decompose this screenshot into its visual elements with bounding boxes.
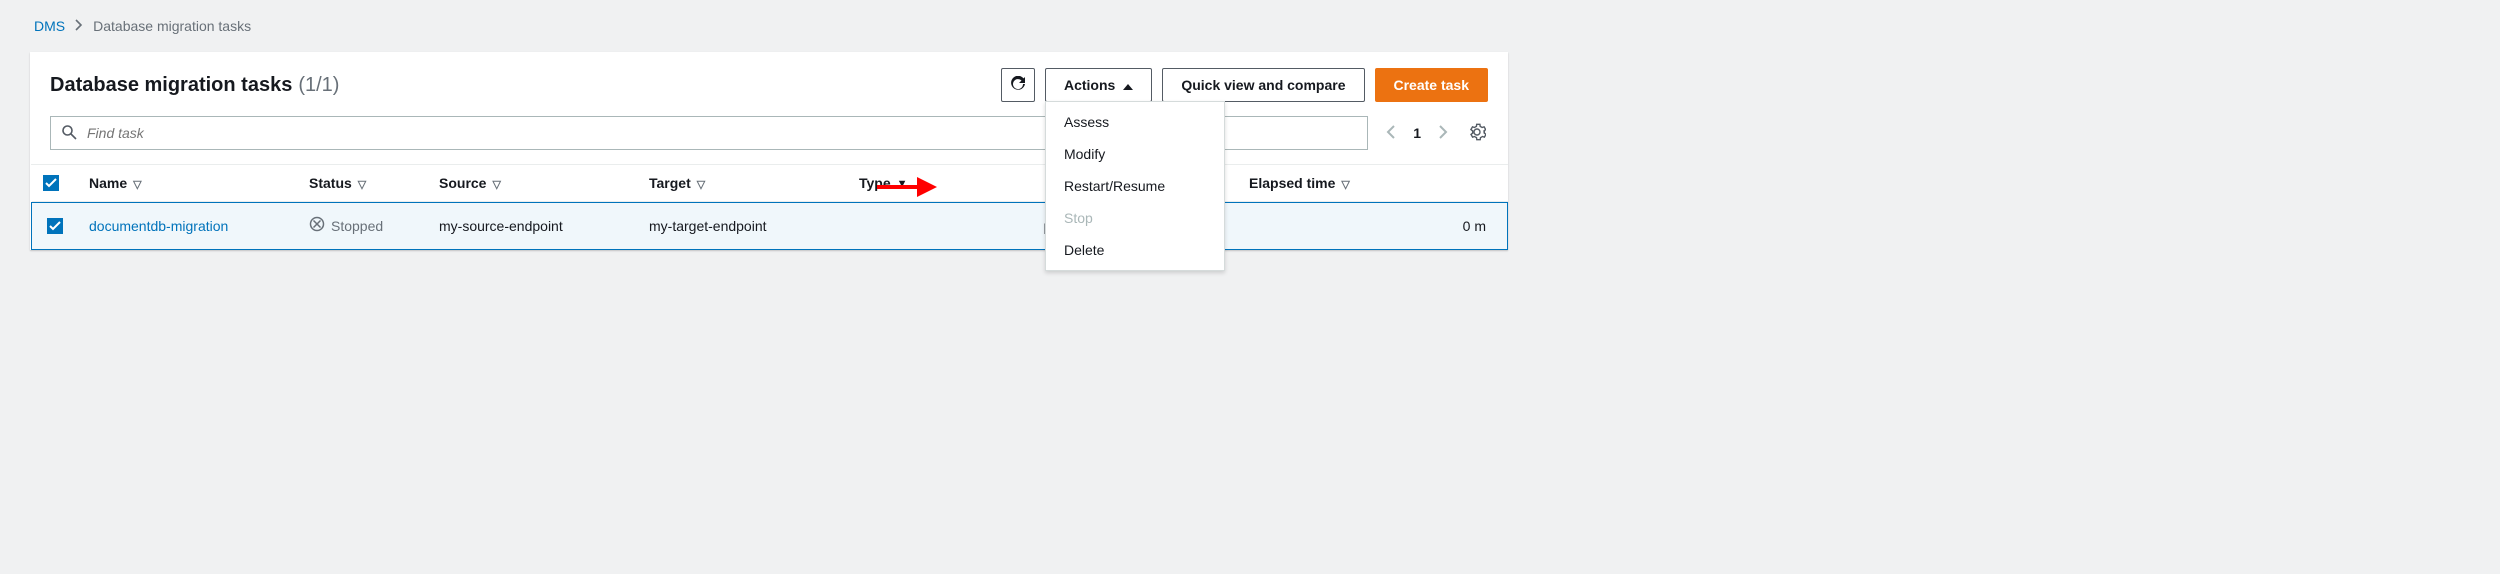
action-stop: Stop (1046, 202, 1224, 234)
tasks-panel: Database migration tasks (1/1) Actions A… (30, 52, 1508, 250)
task-name-link[interactable]: documentdb-migration (89, 218, 228, 234)
quick-view-button[interactable]: Quick view and compare (1162, 68, 1364, 102)
search-row: 1 (30, 112, 1508, 164)
actions-label: Actions (1064, 77, 1115, 93)
refresh-icon (1010, 76, 1026, 95)
actions-button[interactable]: Actions (1045, 68, 1152, 102)
col-target[interactable]: Target▽ (637, 165, 847, 202)
table-header-row: Name▽ Status▽ Source▽ Target▽ Type▼ Prog… (31, 165, 1508, 202)
select-all-checkbox[interactable] (43, 175, 59, 191)
create-task-label: Create task (1394, 77, 1470, 93)
source-cell: my-source-endpoint (439, 218, 563, 234)
action-modify[interactable]: Modify (1046, 138, 1224, 170)
sort-icon: ▽ (1341, 179, 1349, 191)
table-row[interactable]: documentdb-migration Stopped my-source-e… (31, 202, 1508, 250)
quick-view-label: Quick view and compare (1181, 77, 1345, 93)
sort-icon: ▽ (358, 179, 366, 191)
settings-button[interactable] (1460, 121, 1488, 146)
create-task-button[interactable]: Create task (1375, 68, 1489, 102)
action-delete[interactable]: Delete (1046, 234, 1224, 266)
col-elapsed[interactable]: Elapsed time▽ (1237, 165, 1508, 202)
col-name[interactable]: Name▽ (77, 165, 297, 202)
action-restart-resume[interactable]: Restart/Resume (1046, 170, 1224, 202)
col-source[interactable]: Source▽ (427, 165, 637, 202)
panel-title: Database migration tasks (50, 74, 292, 97)
breadcrumb: DMS Database migration tasks (30, 14, 1508, 42)
page-prev-button[interactable] (1384, 123, 1397, 144)
actions-dropdown: Assess Modify Restart/Resume Stop Delete (1045, 101, 1225, 271)
panel-count: (1/1) (298, 74, 339, 97)
elapsed-cell: 0 m (1463, 218, 1486, 234)
chevron-right-icon (75, 18, 83, 34)
sort-icon: ▽ (492, 179, 500, 191)
col-status[interactable]: Status▽ (297, 165, 427, 202)
page-next-button[interactable] (1437, 123, 1450, 144)
tasks-table: Name▽ Status▽ Source▽ Target▽ Type▼ Prog… (30, 164, 1508, 250)
breadcrumb-root-link[interactable]: DMS (34, 18, 65, 34)
action-assess[interactable]: Assess (1046, 106, 1224, 138)
row-checkbox[interactable] (47, 218, 63, 234)
sort-icon: ▼ (897, 178, 908, 190)
sort-icon: ▽ (133, 179, 141, 191)
panel-header: Database migration tasks (1/1) Actions A… (30, 52, 1508, 112)
stopped-icon (309, 216, 325, 235)
caret-up-icon (1123, 77, 1133, 93)
page-number: 1 (1407, 125, 1427, 141)
target-cell: my-target-endpoint (649, 218, 767, 234)
status-text: Stopped (331, 218, 383, 234)
refresh-button[interactable] (1001, 68, 1035, 102)
breadcrumb-current: Database migration tasks (93, 18, 251, 34)
search-icon (61, 124, 77, 143)
status-cell: Stopped (309, 216, 415, 235)
pagination: 1 (1384, 121, 1488, 146)
sort-icon: ▽ (697, 179, 705, 191)
